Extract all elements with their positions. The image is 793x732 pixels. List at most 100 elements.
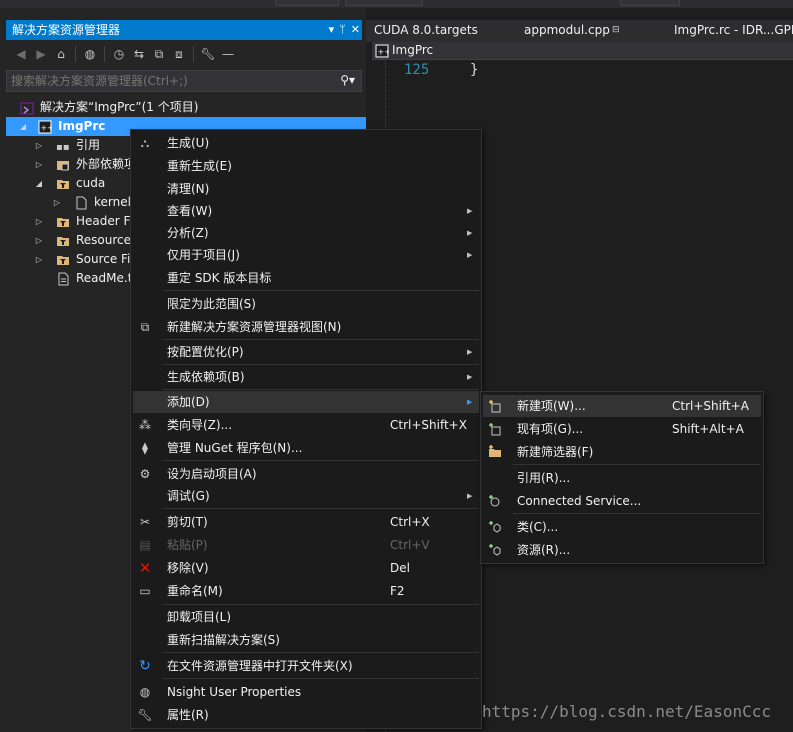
collapsed-triangle-icon[interactable]: ▷ <box>34 231 44 250</box>
tree-item-label: 引用 <box>76 138 101 152</box>
existing-item-icon <box>487 421 503 437</box>
forward-icon[interactable]: ▶ <box>32 45 50 63</box>
collapsed-triangle-icon[interactable]: ▷ <box>34 212 44 231</box>
code-text[interactable]: } <box>470 62 478 78</box>
back-icon[interactable]: ◀ <box>12 45 30 63</box>
submenu-item-connected-service[interactable]: Connected Service... <box>483 490 761 512</box>
expanded-triangle-icon[interactable]: ◢ <box>34 174 44 193</box>
cpp-project-icon: ++ <box>38 120 52 134</box>
rename-icon: ▭ <box>139 584 151 598</box>
tree-solution-node[interactable]: 解决方案“ImgPrc”(1 个项目) <box>0 98 366 117</box>
filter-folder-icon <box>57 180 69 189</box>
menu-item-build[interactable]: ⛬ 生成(U) <box>133 132 479 154</box>
search-icon[interactable]: ⚲▾ <box>340 73 355 87</box>
class-wizard-icon: ⁂ <box>139 418 151 432</box>
menu-item-view[interactable]: 查看(W) ▶ <box>133 200 479 222</box>
menu-item-set-startup-project[interactable]: ⚙ 设为启动项目(A) <box>133 463 479 485</box>
tab-appmodul[interactable]: appmodul.cpp <box>524 20 610 42</box>
menu-item-retarget-sdk[interactable]: 重定 SDK 版本目标 <box>133 267 479 289</box>
document-tab-bar: CUDA 8.0.targets appmodul.cpp ⊟ ImgPrc.r… <box>366 20 793 42</box>
menu-item-build-dependencies[interactable]: 生成依赖项(B) ▶ <box>133 366 479 388</box>
menu-separator <box>163 290 479 291</box>
sync-icon[interactable]: ⇆ <box>130 45 148 63</box>
collapsed-triangle-icon[interactable]: ▷ <box>34 155 44 174</box>
properties-wrench-icon[interactable]: 🔧︎ <box>199 45 217 63</box>
menu-item-class-wizard[interactable]: ⁂ 类向导(Z)... Ctrl+Shift+X <box>133 414 479 436</box>
resource-icon <box>487 542 503 558</box>
navigation-bar[interactable]: ++ ImgPrc <box>372 42 793 60</box>
new-item-icon <box>487 398 503 414</box>
pin-tab-icon[interactable]: ⊟ <box>612 20 620 42</box>
switch-views-icon[interactable]: ◍ <box>81 45 99 63</box>
submenu-arrow-icon: ▶ <box>467 251 473 259</box>
home-icon[interactable]: ⌂ <box>52 45 70 63</box>
menu-item-project-only[interactable]: 仅用于项目(J) ▶ <box>133 244 479 266</box>
menu-item-manage-nuget[interactable]: ⧫ 管理 NuGet 程序包(N)... <box>133 437 479 459</box>
menu-separator <box>163 389 479 390</box>
toolbar-separator <box>104 46 105 62</box>
platform-dropdown[interactable] <box>345 0 423 6</box>
search-input[interactable] <box>7 71 327 91</box>
expanded-triangle-icon[interactable]: ◢ <box>18 117 28 136</box>
menu-item-rename[interactable]: ▭ 重命名(M) F2 <box>133 580 479 602</box>
pin-icon[interactable]: ᛘ <box>339 20 346 40</box>
submenu-item-reference[interactable]: 引用(R)... <box>483 467 761 489</box>
tree-item-label: ReadMe.t <box>76 271 133 285</box>
menu-separator <box>513 464 761 465</box>
menu-item-unload-project[interactable]: 卸载项目(L) <box>133 606 479 628</box>
line-number: 125 <box>404 62 430 78</box>
solution-icon <box>20 102 34 115</box>
submenu-arrow-icon: ▶ <box>467 348 473 356</box>
menu-item-paste[interactable]: ▤ 粘贴(P) Ctrl+V <box>133 534 479 556</box>
close-icon[interactable]: ✕ <box>351 20 360 40</box>
collapsed-triangle-icon[interactable]: ▷ <box>52 193 62 212</box>
menu-separator <box>163 678 479 679</box>
remove-icon: ✕ <box>138 559 152 577</box>
filter-folder-icon <box>57 237 69 246</box>
tree-item-label: Source Fi <box>76 252 131 266</box>
target-dropdown[interactable] <box>620 0 680 6</box>
scissors-icon: ✂ <box>139 515 151 529</box>
collapsed-triangle-icon[interactable]: ▷ <box>34 250 44 269</box>
menu-item-scope-to-this[interactable]: 限定为此范围(S) <box>133 293 479 315</box>
solution-label: 解决方案“ImgPrc”(1 个项目) <box>40 100 199 114</box>
toolbar-separator <box>75 46 76 62</box>
menu-item-profile-guided-optimization[interactable]: 按配置优化(P) ▶ <box>133 341 479 363</box>
menu-item-clean[interactable]: 清理(N) <box>133 178 479 200</box>
pending-changes-filter-icon[interactable]: ◷ <box>110 45 128 63</box>
gear-icon: ⚙ <box>139 467 151 481</box>
show-all-files-icon[interactable]: ⧈ <box>170 45 188 63</box>
configuration-dropdown[interactable] <box>275 0 339 6</box>
menu-item-add[interactable]: 添加(D) ▶ <box>133 391 479 413</box>
menu-item-debug[interactable]: 调试(G) ▶ <box>133 485 479 507</box>
nav-project-label: ImgPrc <box>392 43 434 57</box>
tab-imgprc-rc[interactable]: ImgPrc.rc - IDR...GPR <box>674 20 793 42</box>
collapse-all-icon[interactable]: ⧉ <box>150 45 168 63</box>
menu-item-properties[interactable]: 🔧︎ 属性(R) <box>133 704 479 726</box>
external-dependencies-icon <box>57 161 69 171</box>
menu-item-remove[interactable]: ✕ 移除(V) Del <box>133 557 479 579</box>
menu-item-rescan-solution[interactable]: 重新扫描解决方案(S) <box>133 629 479 651</box>
menu-item-open-folder-in-explorer[interactable]: ↻ 在文件资源管理器中打开文件夹(X) <box>133 655 479 677</box>
connected-service-icon <box>487 493 503 509</box>
ide-toolbar-strip <box>0 0 793 8</box>
collapsed-triangle-icon[interactable]: ▷ <box>34 136 44 155</box>
preview-icon[interactable]: — <box>219 45 237 63</box>
tab-cuda-targets[interactable]: CUDA 8.0.targets <box>374 20 478 42</box>
build-icon: ⛬ <box>140 136 150 150</box>
menu-item-analyze[interactable]: 分析(Z) ▶ <box>133 222 479 244</box>
menu-item-nsight-user-properties[interactable]: ◍ Nsight User Properties <box>133 681 479 703</box>
submenu-item-existing-item[interactable]: 现有项(G)... Shift+Alt+A <box>483 418 761 440</box>
project-label: ImgPrc <box>58 119 106 133</box>
menu-separator <box>163 652 479 653</box>
add-submenu: 新建项(W)... Ctrl+Shift+A 现有项(G)... Shift+A… <box>480 391 764 564</box>
submenu-item-new-item[interactable]: 新建项(W)... Ctrl+Shift+A <box>483 395 761 417</box>
submenu-item-new-filter[interactable]: 新建筛选器(F) <box>483 441 761 463</box>
menu-item-rebuild[interactable]: 重新生成(E) <box>133 155 479 177</box>
menu-item-cut[interactable]: ✂ 剪切(T) Ctrl+X <box>133 511 479 533</box>
submenu-item-resource[interactable]: 资源(R)... <box>483 539 761 561</box>
window-position-dropdown-icon[interactable]: ▾ <box>329 20 335 40</box>
menu-item-new-explorer-view[interactable]: ⧉ 新建解决方案资源管理器视图(N) <box>133 316 479 338</box>
project-context-menu: ⛬ 生成(U) 重新生成(E) 清理(N) 查看(W) ▶ 分析(Z) ▶ 仅用… <box>130 129 482 729</box>
submenu-item-class[interactable]: 类(C)... <box>483 516 761 538</box>
